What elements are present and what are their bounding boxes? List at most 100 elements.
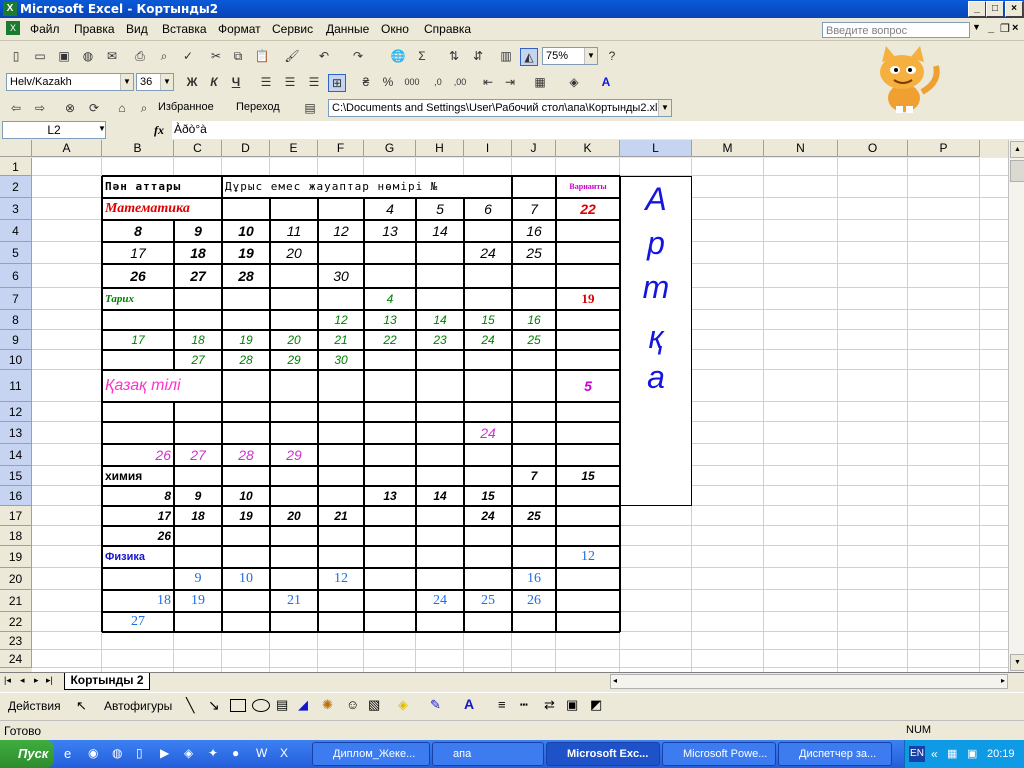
quicklaunch-icon[interactable]: ◈ xyxy=(184,746,193,760)
cell-j21[interactable]: 26 xyxy=(515,590,553,612)
cell-b11[interactable]: Қазақ тілі xyxy=(105,370,299,402)
decrease-decimal-icon[interactable]: ,00 xyxy=(452,74,468,90)
cell-c17[interactable]: 18 xyxy=(177,506,219,526)
quicklaunch-icon[interactable]: ✦ xyxy=(208,746,218,760)
menu-file[interactable]: Файл xyxy=(30,22,60,36)
task-diplom[interactable]: Диплом_Жеке... xyxy=(312,742,430,766)
column-header-j[interactable]: J xyxy=(512,140,556,157)
column-header-p[interactable]: P xyxy=(908,140,980,157)
cell-d4[interactable]: 10 xyxy=(225,220,267,242)
cell-d9[interactable]: 19 xyxy=(225,330,267,350)
name-box-dropdown-icon[interactable]: ▼ xyxy=(98,124,106,133)
scroll-right-icon[interactable]: ▸ xyxy=(1001,676,1005,685)
column-header-f[interactable]: F xyxy=(318,140,364,157)
cell-b7[interactable]: Тарих xyxy=(105,288,299,310)
row-header-9[interactable]: 9 xyxy=(0,330,32,350)
cell-b6[interactable]: 26 xyxy=(105,264,171,288)
cell-f8[interactable]: 12 xyxy=(321,310,361,330)
drawing-icon[interactable]: ◭ xyxy=(520,48,538,66)
next-sheet-icon[interactable]: ▸ xyxy=(34,675,39,686)
font-select[interactable]: Helv/Kazakh ▼ xyxy=(6,73,134,91)
help-search-input[interactable]: Введите вопрос xyxy=(822,22,970,38)
cell-b16[interactable]: 8 xyxy=(105,486,171,506)
cell-f4[interactable]: 12 xyxy=(321,220,361,242)
row-header-14[interactable]: 14 xyxy=(0,444,32,466)
shadow-icon[interactable]: ▣ xyxy=(566,697,578,713)
autosum-icon[interactable]: Σ xyxy=(414,48,430,64)
column-header-i[interactable]: I xyxy=(464,140,512,157)
actions-menu[interactable]: Действия xyxy=(8,699,61,713)
arrow-style-icon[interactable]: ⇄ xyxy=(544,697,555,713)
redo-icon[interactable]: ↷ xyxy=(350,48,366,64)
cell-f17[interactable]: 21 xyxy=(321,506,361,526)
cell-g8[interactable]: 13 xyxy=(367,310,413,330)
cell-c20[interactable]: 9 xyxy=(177,568,219,590)
row-header-7[interactable]: 7 xyxy=(0,288,32,310)
row-header-18[interactable]: 18 xyxy=(0,526,32,546)
currency-icon[interactable]: ₴ xyxy=(358,74,374,90)
format-painter-icon[interactable]: 🖌 xyxy=(284,48,300,64)
cell-c4[interactable]: 9 xyxy=(177,220,219,242)
cell-k2[interactable]: Варианты xyxy=(559,176,617,198)
cell-c5[interactable]: 18 xyxy=(177,242,219,264)
vertical-scrollbar[interactable]: ▲ ▼ xyxy=(1008,140,1024,672)
menu-tools[interactable]: Сервис xyxy=(272,22,313,36)
cell-i13[interactable]: 24 xyxy=(467,422,509,444)
row-header-11[interactable]: 11 xyxy=(0,370,32,402)
thousands-icon[interactable]: 000 xyxy=(404,74,420,90)
address-dropdown-icon[interactable]: ▼ xyxy=(658,100,671,116)
row-header-2[interactable]: 2 xyxy=(0,176,32,198)
cell-g7[interactable]: 4 xyxy=(367,288,413,310)
cell-e5[interactable]: 20 xyxy=(273,242,315,264)
row-header-19[interactable]: 19 xyxy=(0,546,32,568)
first-sheet-icon[interactable]: |◂ xyxy=(4,675,11,686)
cell-e14[interactable]: 29 xyxy=(273,444,315,466)
clipart-icon[interactable]: ☺ xyxy=(346,697,359,712)
permission-icon[interactable]: ◍ xyxy=(80,48,96,64)
cell-i3[interactable]: 6 xyxy=(467,198,509,220)
row-header-6[interactable]: 6 xyxy=(0,264,32,288)
column-header-e[interactable]: E xyxy=(270,140,318,157)
wordart-icon[interactable]: ◢ xyxy=(298,697,308,713)
cell-d10[interactable]: 28 xyxy=(225,350,267,370)
cell-f10[interactable]: 30 xyxy=(321,350,361,370)
column-header-o[interactable]: O xyxy=(838,140,908,157)
bold-button[interactable]: Ж xyxy=(184,74,200,90)
cell-k7[interactable]: 19 xyxy=(559,288,617,310)
sort-desc-icon[interactable]: ⇵ xyxy=(470,48,486,64)
cell-b5[interactable]: 17 xyxy=(105,242,171,264)
cell-c14[interactable]: 27 xyxy=(177,444,219,466)
favorites-menu[interactable]: Избранное xyxy=(158,101,214,113)
column-header-d[interactable]: D xyxy=(222,140,270,157)
tray-icon[interactable]: ▣ xyxy=(967,740,977,768)
cell-e4[interactable]: 11 xyxy=(273,220,315,242)
scroll-thumb[interactable] xyxy=(1010,160,1024,182)
row-header-1[interactable]: 1 xyxy=(0,158,32,176)
maximize-button[interactable]: □ xyxy=(986,1,1004,17)
task-apa[interactable]: апа xyxy=(432,742,544,766)
cell-f6[interactable]: 30 xyxy=(321,264,361,288)
borders-icon[interactable]: ▦ xyxy=(532,74,548,90)
cell-b9[interactable]: 17 xyxy=(105,330,171,350)
row-header-24[interactable]: 24 xyxy=(0,650,32,668)
cell-j15[interactable]: 7 xyxy=(515,466,553,486)
stop-icon[interactable]: ⊗ xyxy=(62,100,78,116)
cell-c16[interactable]: 9 xyxy=(177,486,219,506)
back-icon[interactable]: ⇦ xyxy=(8,100,24,116)
cell-f20[interactable]: 12 xyxy=(321,568,361,590)
row-header-23[interactable]: 23 xyxy=(0,632,32,650)
cut-icon[interactable]: ✂ xyxy=(208,48,224,64)
go-menu[interactable]: Переход xyxy=(236,101,280,113)
paste-icon[interactable]: 📋 xyxy=(254,48,270,64)
cell-b19[interactable]: Физика xyxy=(105,546,299,568)
cell-b14[interactable]: 26 xyxy=(105,444,171,466)
hyperlink-icon[interactable]: 🌐 xyxy=(390,48,406,64)
diagram-icon[interactable]: ✺ xyxy=(322,697,333,713)
close-button[interactable]: × xyxy=(1005,1,1023,17)
column-header-m[interactable]: M xyxy=(692,140,764,157)
help-dropdown-icon[interactable]: ▼ xyxy=(972,22,981,32)
cell-c21[interactable]: 19 xyxy=(177,590,219,612)
open-icon[interactable]: ▭ xyxy=(32,48,48,64)
chart-wizard-icon[interactable]: ▥ xyxy=(498,48,514,64)
show-web-only-icon[interactable]: ▤ xyxy=(302,100,318,116)
